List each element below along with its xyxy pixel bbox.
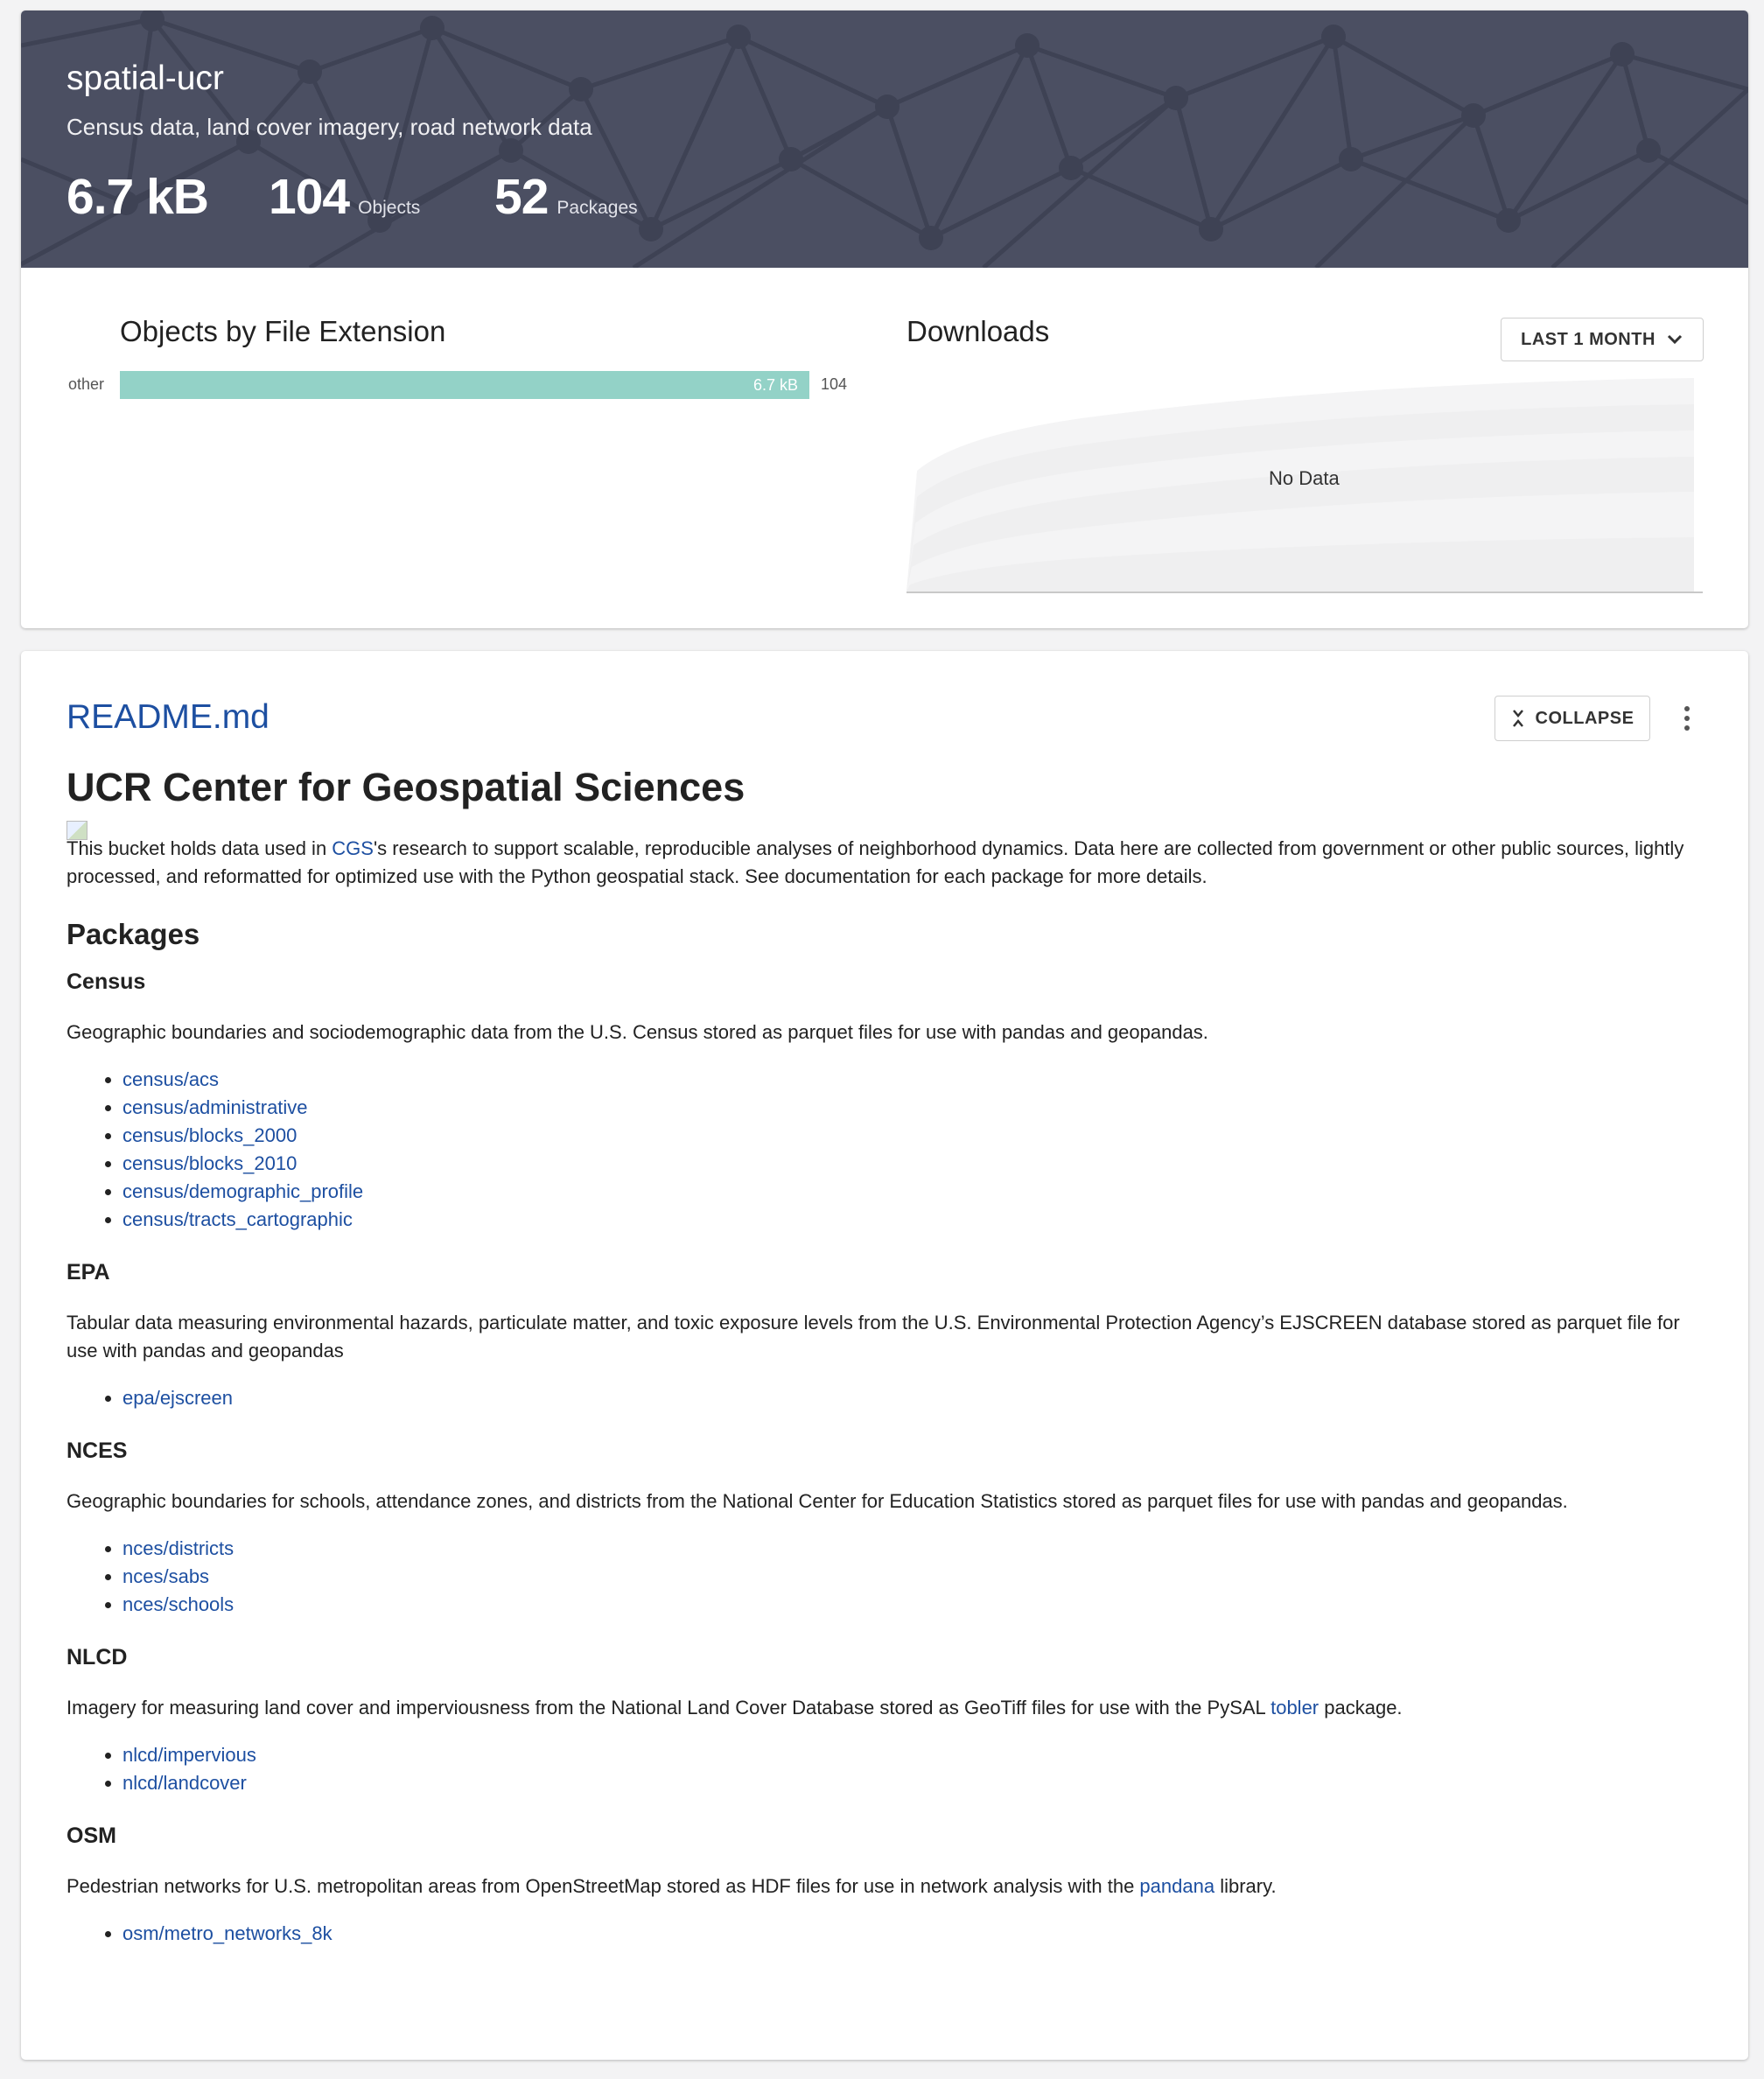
- package-link[interactable]: epa/ejscreen: [122, 1387, 233, 1409]
- list-item: census/blocks_2010: [122, 1150, 1712, 1178]
- readme-content: UCR Center for Geospatial Sciences This …: [66, 763, 1712, 1948]
- list-item: census/blocks_2000: [122, 1122, 1712, 1150]
- list-item: census/acs: [122, 1066, 1712, 1094]
- packages-heading: Packages: [66, 918, 200, 950]
- extension-bar-label: other: [68, 375, 105, 393]
- bucket-summary-card: spatial-ucr Census data, land cover imag…: [21, 10, 1748, 628]
- packages-count: 52: [494, 169, 549, 225]
- readme-heading: UCR Center for Geospatial Sciences: [66, 765, 746, 809]
- objects-count: 104: [269, 169, 350, 225]
- list-item: osm/metro_networks_8k: [122, 1920, 1712, 1948]
- package-link[interactable]: nces/districts: [122, 1537, 234, 1559]
- package-link[interactable]: nlcd/impervious: [122, 1744, 256, 1766]
- nlcd-text-start: Imagery for measuring land cover and imp…: [66, 1697, 1271, 1718]
- intro-text-start: This bucket holds data used in: [66, 837, 332, 859]
- epa-section-title: EPA: [66, 1260, 110, 1284]
- package-link[interactable]: nlcd/landcover: [122, 1772, 247, 1794]
- epa-description: Tabular data measuring environmental haz…: [66, 1312, 1680, 1362]
- pandana-link[interactable]: pandana: [1139, 1875, 1214, 1897]
- list-item: nces/districts: [122, 1535, 1712, 1563]
- cgs-link[interactable]: CGS: [332, 837, 374, 859]
- bucket-name: spatial-ucr: [66, 60, 224, 97]
- osm-text-start: Pedestrian networks for U.S. metropolita…: [66, 1875, 1140, 1897]
- downloads-no-data-label: No Data: [1269, 467, 1340, 489]
- nces-description: Geographic boundaries for schools, atten…: [66, 1490, 1568, 1512]
- osm-package-list: osm/metro_networks_8k: [66, 1920, 1712, 1948]
- census-section-title: Census: [66, 970, 146, 994]
- package-link[interactable]: census/blocks_2000: [122, 1124, 297, 1146]
- package-link[interactable]: census/tracts_cartographic: [122, 1208, 353, 1230]
- download-range-label: LAST 1 MONTH: [1521, 329, 1656, 349]
- census-package-list: census/acs census/administrative census/…: [66, 1066, 1712, 1234]
- list-item: census/tracts_cartographic: [122, 1206, 1712, 1234]
- list-item: nces/schools: [122, 1591, 1712, 1619]
- package-link[interactable]: census/demographic_profile: [122, 1180, 363, 1202]
- package-link[interactable]: census/acs: [122, 1068, 219, 1090]
- collapse-button-label: COLLAPSE: [1535, 708, 1634, 728]
- census-description: Geographic boundaries and sociodemograph…: [66, 1021, 1208, 1043]
- package-link[interactable]: census/administrative: [122, 1096, 308, 1118]
- list-item: nlcd/impervious: [122, 1741, 1712, 1769]
- package-link[interactable]: nces/sabs: [122, 1565, 209, 1587]
- readme-card: README.md COLLAPSE UCR Center for Geospa…: [21, 651, 1748, 2060]
- osm-text-end: library.: [1214, 1875, 1277, 1897]
- epa-package-list: epa/ejscreen: [66, 1384, 1712, 1412]
- extensions-panel-title: Objects by File Extension: [120, 315, 446, 347]
- nlcd-section-title: NLCD: [66, 1645, 128, 1670]
- readme-file-title[interactable]: README.md: [66, 698, 270, 737]
- nlcd-description: Imagery for measuring land cover and imp…: [66, 1694, 1712, 1722]
- packages-stat: 52 Packages: [494, 168, 638, 226]
- list-item: census/administrative: [122, 1094, 1712, 1122]
- package-link[interactable]: osm/metro_networks_8k: [122, 1922, 332, 1944]
- nces-section-title: NCES: [66, 1438, 128, 1463]
- list-item: nces/sabs: [122, 1563, 1712, 1591]
- collapse-button[interactable]: COLLAPSE: [1494, 696, 1650, 741]
- bucket-size-stat: 6.7 kB: [66, 168, 209, 226]
- objects-stat: 104 Objects: [269, 168, 420, 226]
- nlcd-package-list: nlcd/impervious nlcd/landcover: [66, 1741, 1712, 1797]
- extension-bar-size-label: 6.7 kB: [752, 376, 798, 394]
- bucket-description: Census data, land cover imagery, road ne…: [66, 114, 592, 140]
- list-item: nlcd/landcover: [122, 1769, 1712, 1797]
- tobler-link[interactable]: tobler: [1270, 1697, 1319, 1718]
- readme-intro: This bucket holds data used in CGS's res…: [66, 835, 1712, 891]
- extension-bar-count-label: 104: [821, 375, 848, 393]
- nces-package-list: nces/districts nces/sabs nces/schools: [66, 1535, 1712, 1619]
- bucket-hero-banner: spatial-ucr Census data, land cover imag…: [21, 10, 1748, 268]
- more-options-icon[interactable]: [1670, 696, 1704, 740]
- packages-label: Packages: [556, 198, 638, 218]
- list-item: epa/ejscreen: [122, 1384, 1712, 1412]
- package-link[interactable]: nces/schools: [122, 1593, 234, 1615]
- list-item: census/demographic_profile: [122, 1178, 1712, 1206]
- osm-description: Pedestrian networks for U.S. metropolita…: [66, 1872, 1712, 1900]
- download-range-dropdown[interactable]: LAST 1 MONTH: [1501, 318, 1704, 361]
- chevron-down-icon: [1667, 334, 1682, 345]
- nlcd-text-end: package.: [1319, 1697, 1403, 1718]
- objects-label: Objects: [358, 198, 421, 218]
- collapse-icon: [1512, 710, 1523, 727]
- downloads-panel-title: Downloads: [906, 315, 1050, 347]
- osm-section-title: OSM: [66, 1824, 116, 1848]
- bucket-size-value: 6.7 kB: [66, 169, 209, 225]
- package-link[interactable]: census/blocks_2010: [122, 1152, 297, 1174]
- extension-bar[interactable]: 6.7 kB: [120, 371, 809, 399]
